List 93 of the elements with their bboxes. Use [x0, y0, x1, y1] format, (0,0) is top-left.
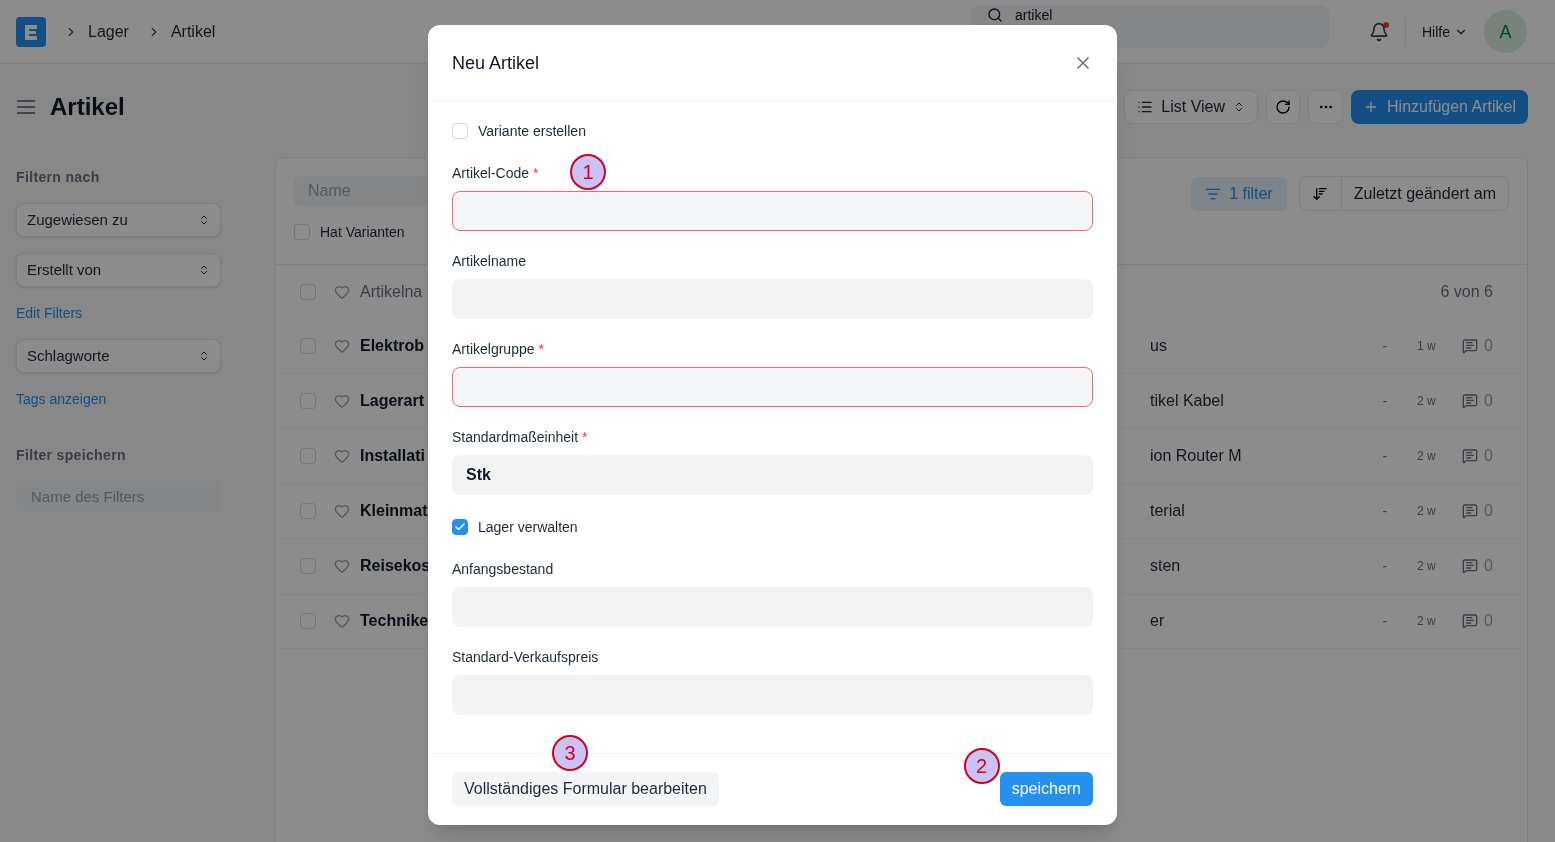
text-field[interactable]: Stk — [452, 455, 1093, 495]
item-name: us — [1150, 336, 1167, 356]
comment-count: 0 — [1484, 336, 1493, 356]
modified-time: 2 w — [1417, 393, 1437, 409]
sort-icon — [1312, 185, 1329, 202]
field-label: Standard-Verkaufspreis — [452, 648, 599, 667]
app-logo-icon — [16, 16, 46, 47]
table-cell-text: - — [1382, 612, 1388, 631]
sort-field-button[interactable]: Zuletzt geändert am — [1341, 181, 1508, 206]
list-icon — [1137, 99, 1154, 115]
user-avatar[interactable]: A — [1484, 10, 1527, 53]
comment-icon — [1462, 613, 1479, 629]
page-title: Artikel — [50, 92, 125, 122]
breadcrumb-link[interactable]: Artikel — [170, 19, 216, 44]
updown-icon — [198, 264, 210, 276]
heart-icon[interactable] — [334, 448, 350, 464]
comment-count: 0 — [1484, 446, 1493, 466]
table-cell-text: - — [1382, 502, 1388, 521]
required-mark: * — [538, 340, 544, 359]
refresh-button[interactable] — [1266, 90, 1301, 124]
bell-icon[interactable] — [1369, 21, 1389, 42]
checkbox-label: Hat Varianten — [320, 223, 405, 242]
required-mark: * — [533, 164, 539, 183]
full-form-button[interactable]: Vollständiges Formular bearbeiten — [452, 772, 719, 806]
filter-select[interactable]: Zugewiesen zu — [16, 203, 221, 237]
field-label: Anfangsbestand — [452, 560, 554, 579]
modified-time: 1 w — [1417, 338, 1437, 354]
filter-select[interactable]: Schlagworte — [16, 339, 221, 373]
select-all-checkbox[interactable] — [300, 284, 316, 300]
table-cell-text: - — [1382, 337, 1388, 356]
sidebar-heading: Filtern nach — [16, 168, 101, 187]
item-name: terial — [1150, 501, 1185, 521]
comment-icon — [1462, 503, 1479, 519]
result-count: 6 von 6 — [1440, 282, 1494, 302]
checkbox[interactable] — [452, 519, 468, 535]
comment-icon — [1462, 558, 1479, 574]
heart-icon[interactable] — [334, 558, 350, 574]
filter-select[interactable]: Erstellt von — [16, 253, 221, 287]
heart-icon — [334, 284, 350, 300]
refresh-icon — [1275, 99, 1292, 115]
row-checkbox[interactable] — [300, 558, 316, 574]
heart-icon[interactable] — [334, 503, 350, 519]
comment-count: 0 — [1484, 556, 1493, 576]
modified-time: 2 w — [1417, 613, 1437, 629]
table-cell-text: - — [1382, 447, 1388, 466]
check-icon — [454, 521, 466, 533]
comment-icon — [1462, 448, 1479, 464]
item-name: ion Router M — [1150, 446, 1242, 466]
text-field[interactable] — [452, 367, 1093, 407]
item-name: er — [1150, 611, 1165, 631]
search-icon — [987, 7, 1003, 23]
comment-count: 0 — [1484, 611, 1493, 631]
modified-time: 2 w — [1417, 503, 1437, 519]
help-menu[interactable]: Hilfe — [1422, 21, 1468, 42]
breadcrumb-link[interactable]: Lager — [88, 19, 129, 44]
row-checkbox[interactable] — [300, 448, 316, 464]
row-checkbox[interactable] — [300, 613, 316, 629]
heart-icon[interactable] — [334, 393, 350, 409]
comment-icon — [1462, 393, 1479, 409]
field-label: Artikelgruppe — [452, 340, 535, 359]
updown-icon — [198, 350, 210, 362]
row-checkbox[interactable] — [300, 393, 316, 409]
dialog-title: Neu Artikel — [452, 51, 540, 75]
field-label: Artikelname — [452, 252, 526, 271]
field-label: Artikel-Code — [452, 164, 530, 183]
annotation-marker: 2 — [963, 748, 1000, 784]
table-cell-text: - — [1382, 392, 1388, 411]
row-checkbox[interactable] — [300, 338, 316, 354]
modified-time: 2 w — [1417, 448, 1437, 464]
required-mark: * — [582, 428, 588, 447]
annotation-marker: 1 — [570, 154, 606, 190]
annotation-marker: 3 — [552, 735, 588, 771]
field-label: Standardmaßeinheit — [452, 428, 579, 447]
text-field[interactable] — [452, 191, 1093, 231]
comment-count: 0 — [1484, 501, 1493, 521]
more-button[interactable] — [1308, 90, 1344, 124]
save-button[interactable]: speichern — [999, 772, 1093, 806]
menu-icon[interactable] — [16, 99, 36, 115]
table-cell-text: - — [1382, 557, 1388, 576]
row-checkbox[interactable] — [300, 503, 316, 519]
sidebar-heading: Filter speichern — [16, 446, 127, 465]
heart-icon[interactable] — [334, 338, 350, 354]
checkbox-label: Variante erstellen — [478, 122, 586, 141]
comment-icon — [1462, 338, 1479, 354]
checkbox-label: Lager verwalten — [478, 518, 578, 537]
item-name: sten — [1150, 556, 1181, 576]
item-name: tikel Kabel — [1150, 391, 1224, 411]
view-switcher[interactable]: List View — [1124, 90, 1259, 124]
heart-icon[interactable] — [334, 613, 350, 629]
comment-count: 0 — [1484, 391, 1493, 411]
column-header: Artikelna — [360, 282, 423, 302]
modified-time: 2 w — [1417, 558, 1437, 574]
updown-icon — [198, 214, 210, 226]
